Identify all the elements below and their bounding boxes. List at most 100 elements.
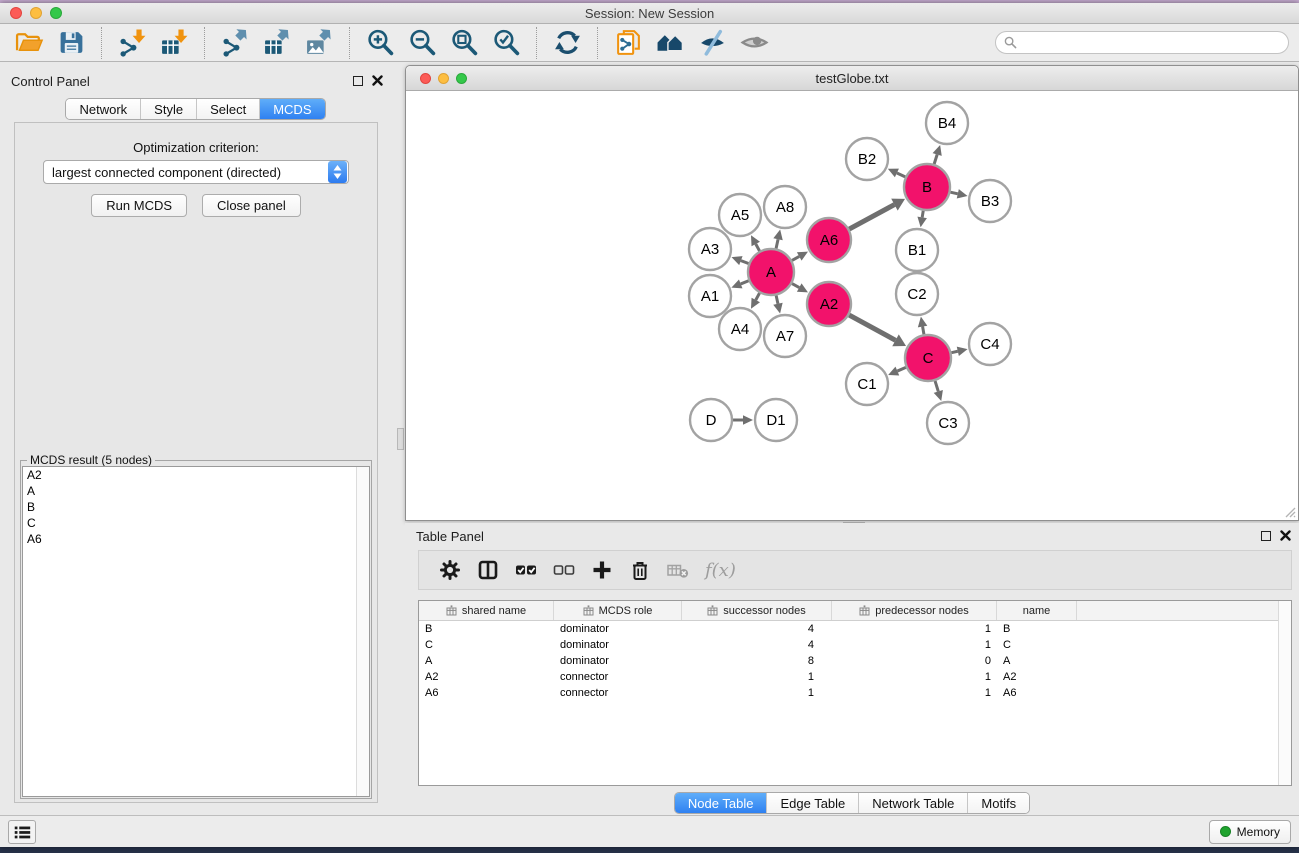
graph-edge-C-C3[interactable]	[935, 381, 938, 392]
graph-edge-C-C4[interactable]	[951, 351, 957, 352]
mcds-result-item[interactable]: A2	[23, 467, 369, 483]
control-panel-title: Control Panel	[11, 74, 90, 89]
graph-node-label-C4: C4	[980, 336, 999, 353]
zoom-in-button[interactable]	[365, 27, 395, 59]
tab-edge-table[interactable]: Edge Table	[766, 793, 858, 813]
graph-edge-A-A7[interactable]	[776, 295, 778, 303]
graph-node-label-C1: C1	[857, 376, 876, 393]
column-header-MCDS-role[interactable]: MCDS role	[554, 601, 682, 620]
mcds-result-item[interactable]: C	[23, 515, 369, 531]
search-icon	[1004, 36, 1017, 49]
column-header-successor-nodes[interactable]: successor nodes	[682, 601, 832, 620]
control-panel: Control Panel NetworkStyleSelectMCDS Opt…	[0, 68, 391, 813]
task-history-button[interactable]	[8, 820, 36, 844]
table-cell: 1	[832, 671, 997, 683]
tab-mcds[interactable]: MCDS	[259, 99, 324, 119]
zoom-out-button[interactable]	[407, 27, 437, 59]
clone-network-button[interactable]	[613, 27, 643, 59]
tab-network-table[interactable]: Network Table	[858, 793, 967, 813]
memory-button[interactable]: Memory	[1209, 820, 1291, 844]
result-list-scrollbar[interactable]	[356, 467, 369, 796]
graph-edge-A-A2[interactable]	[792, 284, 799, 288]
graph-edge-A-A1[interactable]	[741, 281, 749, 284]
show-panel-button[interactable]	[739, 27, 769, 59]
column-header-name[interactable]: name	[997, 601, 1077, 620]
column-header-label: MCDS role	[599, 605, 653, 617]
export-table-button[interactable]	[262, 27, 292, 59]
graph-edge-A-A6[interactable]	[792, 256, 799, 260]
function-builder-button[interactable]: f(x)	[705, 560, 736, 581]
delete-table-disabled-button[interactable]	[666, 558, 690, 582]
graph-edge-A-A5[interactable]	[756, 244, 760, 251]
table-row[interactable]: Adominator80A	[419, 653, 1291, 669]
import-table-button[interactable]	[159, 27, 189, 59]
import-network-button[interactable]	[117, 27, 147, 59]
table-row[interactable]: A6connector11A6	[419, 685, 1291, 701]
table-float-panel-icon[interactable]	[1261, 531, 1271, 541]
graph-edge-A-A4[interactable]	[756, 293, 760, 300]
graph-edge-A-A8[interactable]	[776, 239, 778, 248]
add-column-icon	[591, 559, 613, 581]
tab-select[interactable]: Select	[196, 99, 259, 119]
graph-node-label-D: D	[706, 412, 717, 429]
table-close-panel-icon[interactable]	[1280, 530, 1291, 541]
table-cell: connector	[554, 671, 682, 683]
mcds-result-list[interactable]: A2ABCA6	[22, 466, 370, 797]
zoom-selected-button[interactable]	[491, 27, 521, 59]
refresh-view-button[interactable]	[552, 27, 582, 59]
table-row[interactable]: Bdominator41B	[419, 621, 1291, 637]
graph-edge-B-B4[interactable]	[934, 154, 937, 164]
graph-node-label-B4: B4	[938, 115, 956, 132]
table-row[interactable]: A2connector11A2	[419, 669, 1291, 685]
column-type-icon	[446, 605, 457, 616]
table-cell: B	[419, 623, 554, 635]
save-session-button[interactable]	[56, 27, 86, 59]
search-box[interactable]	[995, 31, 1289, 54]
graph-node-label-B: B	[922, 179, 932, 196]
float-panel-icon[interactable]	[353, 76, 363, 86]
hide-panel-button[interactable]	[697, 27, 727, 59]
graph-edge-B-B2[interactable]	[897, 173, 905, 177]
table-cell: 1	[832, 639, 997, 651]
export-image-button[interactable]	[304, 27, 334, 59]
graph-edge-B-B1[interactable]	[922, 211, 923, 218]
run-mcds-button[interactable]: Run MCDS	[91, 194, 187, 217]
table-settings-button[interactable]	[438, 558, 462, 582]
resize-grip-icon[interactable]	[1283, 505, 1296, 518]
graph-edge-C-C1[interactable]	[897, 367, 906, 371]
table-cell: dominator	[554, 623, 682, 635]
graph-edge-B-B3[interactable]	[950, 192, 957, 194]
tab-motifs[interactable]: Motifs	[967, 793, 1029, 813]
close-panel-button[interactable]: Close panel	[202, 194, 301, 217]
network-canvas[interactable]: B4B2BB3A8A5A6A3B1AA1C2A2A4A7C4CC1C3DD1	[406, 91, 1298, 520]
column-header-predecessor-nodes[interactable]: predecessor nodes	[832, 601, 997, 620]
graph-edge-C-C2[interactable]	[923, 327, 924, 335]
zoom-fit-button[interactable]	[449, 27, 479, 59]
toggle-columns-button[interactable]	[476, 558, 500, 582]
search-input[interactable]	[1017, 35, 1280, 51]
mcds-result-item[interactable]: B	[23, 499, 369, 515]
export-network-button[interactable]	[220, 27, 250, 59]
mcds-result-item[interactable]: A6	[23, 531, 369, 547]
unselect-all-columns-button[interactable]	[552, 558, 576, 582]
tab-style[interactable]: Style	[140, 99, 196, 119]
tab-network[interactable]: Network	[66, 99, 140, 119]
close-panel-icon[interactable]	[372, 75, 383, 86]
table-scrollbar[interactable]	[1278, 601, 1291, 785]
criterion-dropdown[interactable]: largest connected component (directed)	[43, 160, 349, 184]
mcds-result-item[interactable]: A	[23, 483, 369, 499]
graph-edge-A-A3[interactable]	[741, 261, 749, 264]
graph-edge-A2-C[interactable]	[849, 315, 895, 340]
graph-edge-A6-B[interactable]	[849, 205, 894, 229]
tab-node-table[interactable]: Node Table	[675, 793, 767, 813]
select-all-columns-button[interactable]	[514, 558, 538, 582]
delete-column-button[interactable]	[628, 558, 652, 582]
add-column-button[interactable]	[590, 558, 614, 582]
vertical-split-handle[interactable]	[397, 428, 404, 450]
node-table-body: Bdominator41BCdominator41CAdominator80A A…	[419, 621, 1291, 701]
show-all-networks-button[interactable]	[655, 27, 685, 59]
open-session-button[interactable]	[14, 27, 44, 59]
column-header-shared-name[interactable]: shared name	[419, 601, 554, 620]
graph-node-label-A5: A5	[731, 207, 749, 224]
table-row[interactable]: Cdominator41C	[419, 637, 1291, 653]
